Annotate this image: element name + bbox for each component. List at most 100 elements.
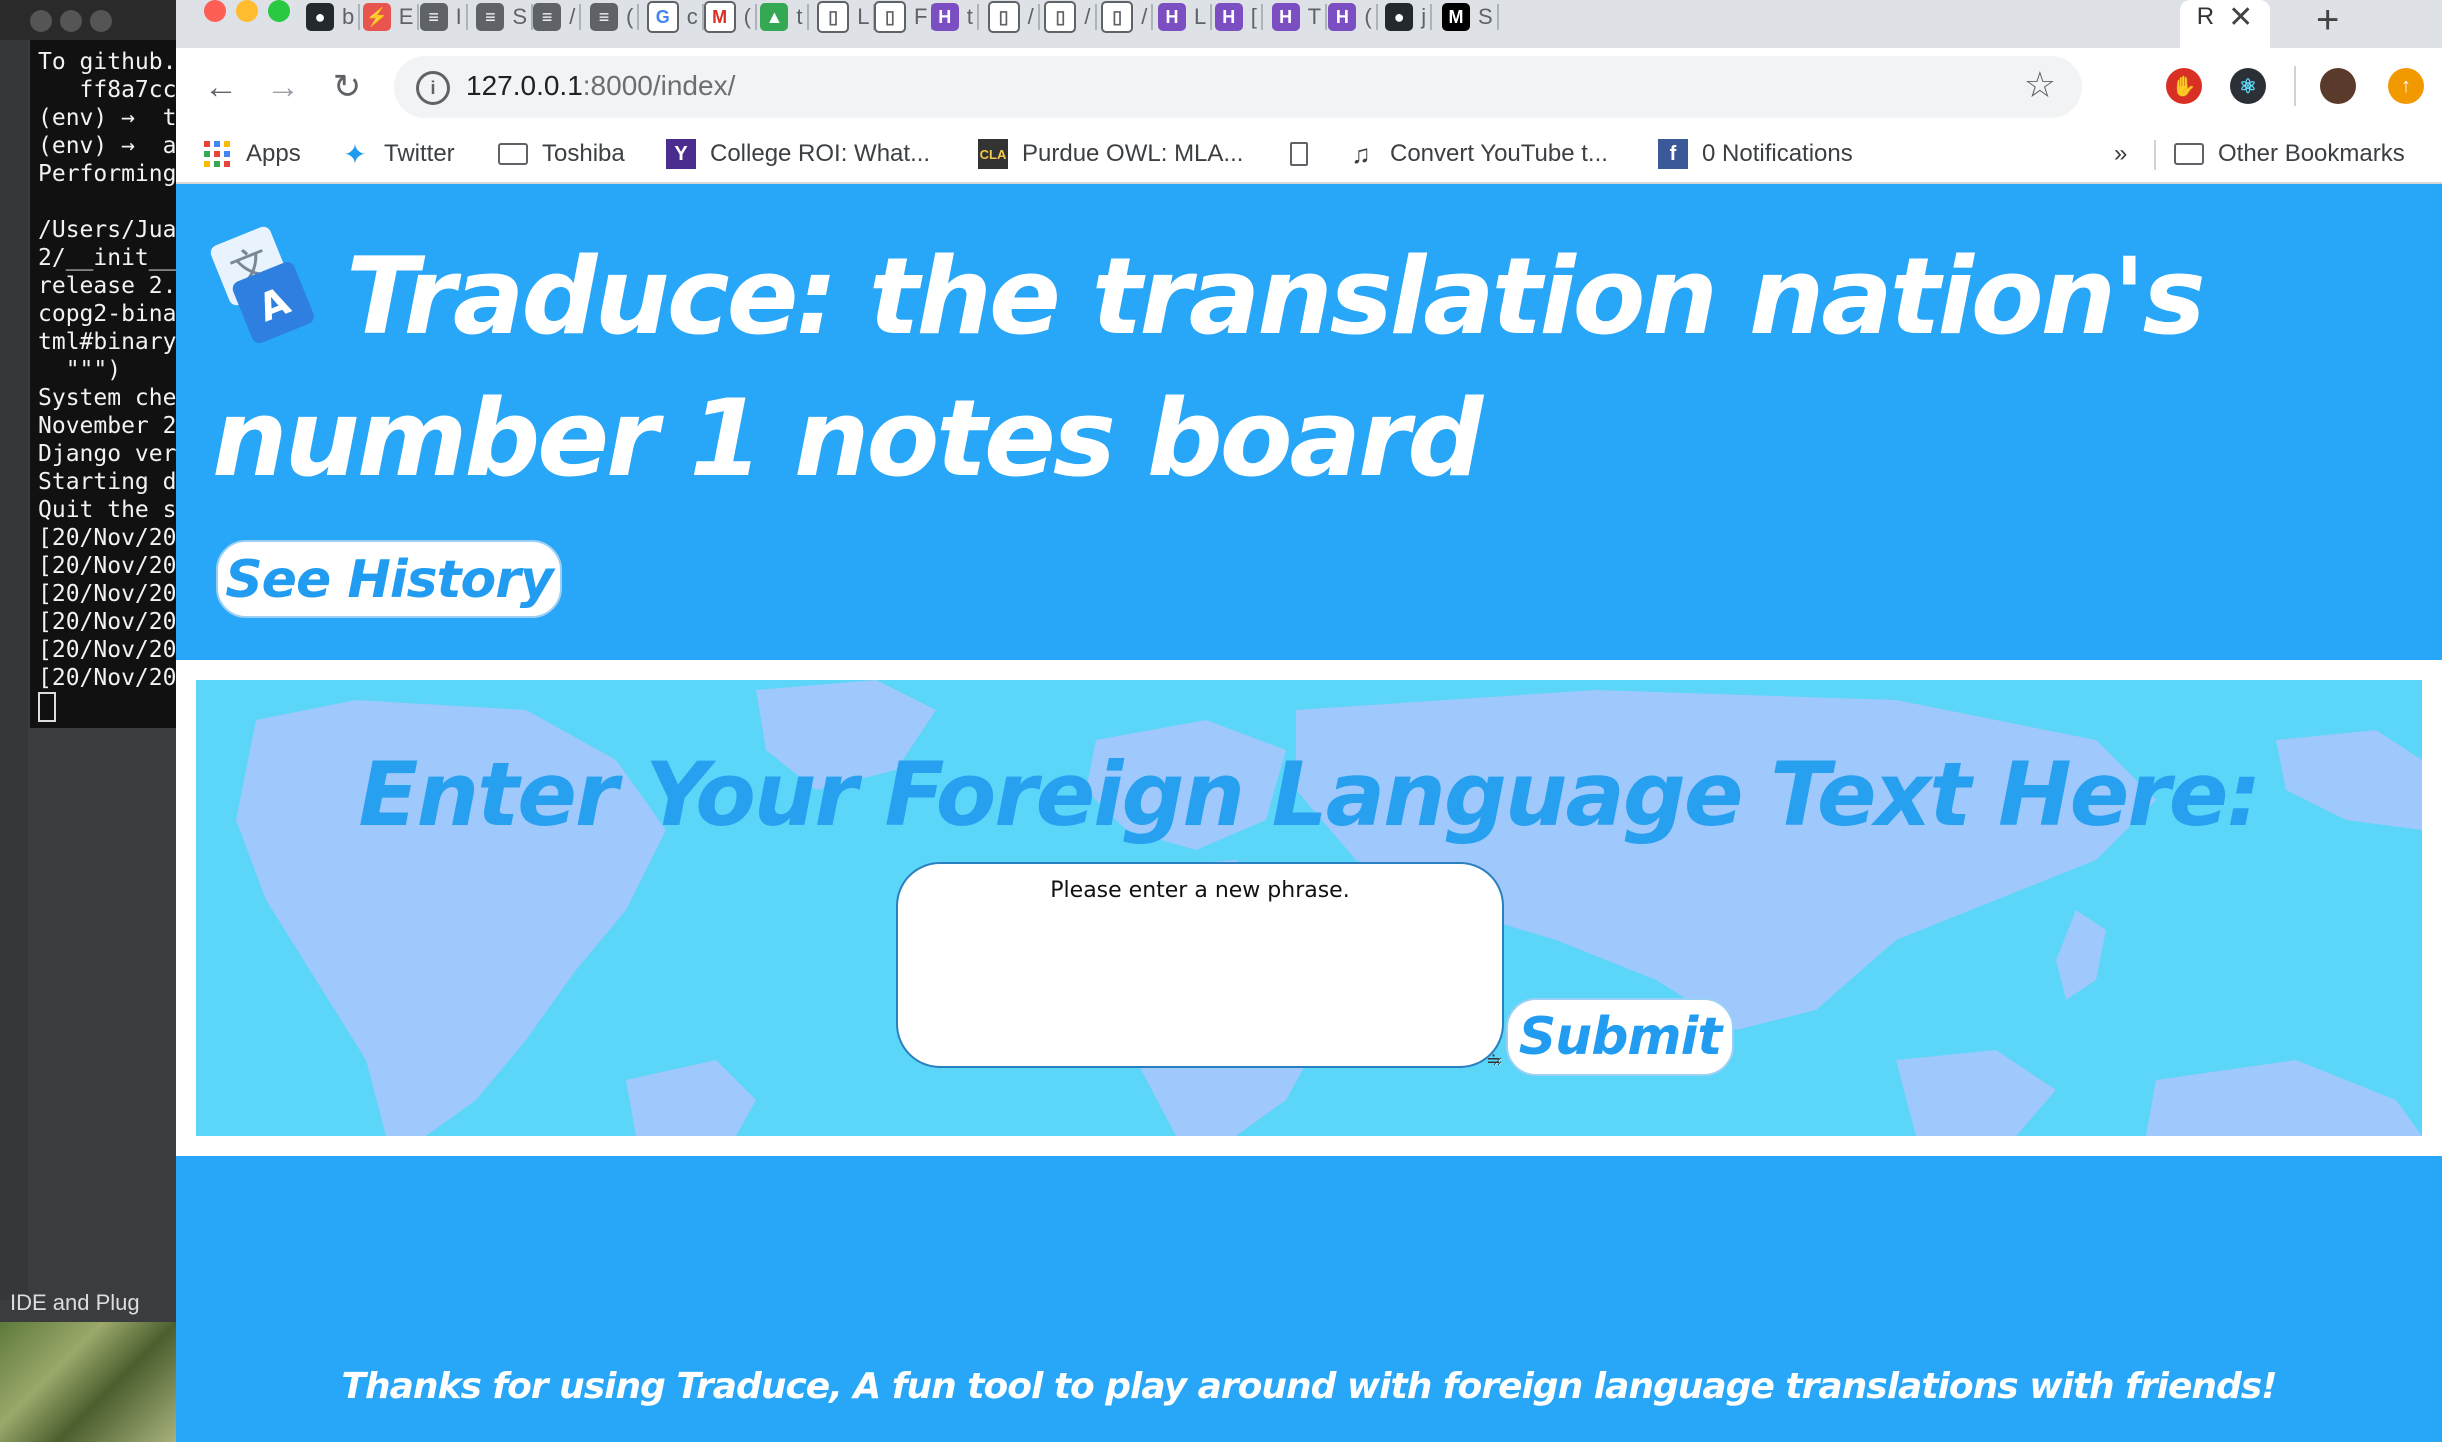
terminal-line: Quit the s — [38, 497, 177, 523]
back-icon[interactable]: ← — [198, 64, 244, 110]
adblock-extension-icon[interactable]: ✋ — [2166, 68, 2202, 104]
tab-12[interactable]: ▯ / — [987, 0, 1040, 34]
tab-7[interactable]: M( — [703, 0, 757, 34]
tab-active[interactable]: R ✕ — [2180, 0, 2270, 48]
music-note-icon: ♫ — [1351, 138, 1371, 169]
tab-13[interactable]: ▯ / — [1044, 0, 1097, 34]
terminal-output: To github. ff8a7cc (env) → t (env) → a Perf… — [38, 48, 178, 692]
tab-label: S — [1478, 4, 1493, 29]
tab-11[interactable]: Ht — [930, 0, 979, 34]
tab-6[interactable]: Gc — [646, 0, 704, 34]
tab-separator — [579, 4, 582, 30]
shield-icon: ⚡ — [362, 3, 391, 31]
site-info-icon[interactable]: i — [416, 71, 450, 105]
terminal-minimize-icon[interactable] — [60, 10, 82, 32]
tab-separator — [465, 4, 468, 30]
tab-0[interactable]: ● b — [306, 0, 361, 34]
tab-20[interactable]: MS — [1442, 0, 1499, 34]
terminal-line: (env) → t — [38, 105, 177, 131]
tab-label: ( — [1364, 4, 1372, 29]
bookmarks-overflow[interactable]: » — [2114, 134, 2127, 174]
desktop-wallpaper — [0, 1322, 176, 1442]
terminal-line: [20/Nov/20 — [38, 581, 177, 607]
tab-label: / — [1084, 4, 1091, 29]
terminal-line: [20/Nov/20 — [38, 637, 177, 663]
close-tab-icon[interactable]: ✕ — [2228, 0, 2253, 35]
terminal-line: System che — [38, 385, 177, 411]
reload-icon[interactable]: ↻ — [324, 64, 370, 110]
terminal-line: ff8a7cc — [38, 77, 177, 103]
bookmark-toshiba[interactable]: Toshiba — [498, 134, 625, 174]
bookmark-blank-page[interactable] — [1290, 134, 1308, 174]
window-zoom-icon[interactable] — [268, 0, 290, 22]
drive-icon: ▲ — [760, 3, 789, 31]
resize-grip-icon[interactable]: ≐ — [1486, 1050, 1501, 1071]
tab-2[interactable]: ≡ I — [419, 0, 468, 34]
tab-16[interactable]: H[ — [1214, 0, 1263, 34]
terminal-line: release 2. — [38, 273, 177, 299]
tab-4[interactable]: ≡ / — [533, 0, 582, 34]
gmail-icon: M — [703, 1, 736, 33]
tab-15[interactable]: HL — [1158, 0, 1213, 34]
react-devtools-icon[interactable]: ⚛ — [2230, 68, 2266, 104]
terminal-line: /Users/Jua — [38, 217, 177, 243]
tab-label: / — [1141, 4, 1148, 29]
tab-14[interactable]: ▯ / — [1101, 0, 1154, 34]
tab-label: I — [455, 4, 462, 29]
web-page: 文 A Traduce: the translation nation's nu… — [176, 184, 2442, 1442]
bookmark-apps[interactable]: Apps — [202, 134, 301, 174]
terminal-line: tml#binary — [38, 329, 177, 355]
doc-icon: ≡ — [533, 3, 562, 31]
tab-17[interactable]: HT — [1271, 0, 1328, 34]
doc-icon: ≡ — [419, 3, 448, 31]
window-close-icon[interactable] — [204, 0, 226, 22]
bookmark-apps-label: Apps — [246, 140, 301, 167]
bookmarks-divider — [2154, 140, 2156, 170]
tab-9[interactable]: ▯ L — [817, 0, 876, 34]
terminal-line: Performing — [38, 161, 177, 187]
tab-8[interactable]: ▲ t — [760, 0, 809, 34]
bookmark-college-roi[interactable]: Y College ROI: What... — [666, 134, 930, 174]
tab-18[interactable]: H( — [1328, 0, 1378, 34]
bookmark-twitter[interactable]: ✦ Twitter — [340, 134, 454, 174]
bookmark-convert-youtube[interactable]: ♫ Convert YouTube t... — [1346, 134, 1608, 174]
terminal-line: """) — [38, 357, 122, 383]
tab-label: E — [398, 4, 414, 29]
terminal-zoom-icon[interactable] — [90, 10, 112, 32]
phrase-input[interactable] — [896, 862, 1504, 1068]
terminal-close-icon[interactable] — [30, 10, 52, 32]
url-text[interactable]: 127.0.0.1:8000/index/ — [466, 70, 735, 102]
tab-separator — [976, 4, 979, 30]
tab-5[interactable]: ≡( — [590, 0, 640, 34]
tab-10[interactable]: ▯ F — [874, 0, 934, 34]
forward-icon[interactable]: → — [260, 64, 306, 110]
tab-1[interactable]: ⚡ E — [362, 0, 420, 34]
tab-label: ( — [743, 4, 751, 29]
profile-avatar[interactable] — [2320, 68, 2356, 104]
bookmark-notifications[interactable]: f 0 Notifications — [1658, 134, 1853, 174]
h-icon: H — [1158, 3, 1186, 31]
window-minimize-icon[interactable] — [236, 0, 258, 22]
update-icon[interactable]: ↑ — [2388, 68, 2424, 104]
terminal-line: [20/Nov/20 — [38, 665, 177, 691]
tab-label: F — [914, 4, 928, 29]
browser-window: ● b ⚡ E ≡ I ≡ S ≡ / ≡(Gc M(▲ t ▯ L ▯ F Ht ▯ / ▯ / ▯ / H L H[H T H(● j… — [176, 0, 2442, 1442]
page-icon: ▯ — [874, 1, 906, 33]
bookmark-other-label: Other Bookmarks — [2218, 140, 2405, 167]
tab-19[interactable]: ● j — [1385, 0, 1433, 34]
tab-label: ( — [626, 4, 634, 29]
submit-button[interactable]: Submit — [1506, 998, 1734, 1076]
bookmark-other[interactable]: Other Bookmarks — [2174, 134, 2405, 174]
bookmark-college-roi-label: College ROI: What... — [710, 140, 931, 167]
bookmark-notifications-label: 0 Notifications — [1702, 140, 1853, 167]
tab-separator — [1375, 4, 1378, 30]
new-tab-button[interactable]: + — [2316, 0, 2339, 43]
ide-plugins-label[interactable]: IDE and Plug — [10, 1286, 180, 1320]
bookmark-purdue[interactable]: CLA Purdue OWL: MLA... — [978, 134, 1243, 174]
tab-3[interactable]: ≡ S — [476, 0, 534, 34]
see-history-button[interactable]: See History — [216, 540, 562, 618]
address-bar[interactable]: i 127.0.0.1:8000/index/ ☆ — [394, 56, 2082, 118]
tab-separator — [637, 4, 640, 30]
bookmark-star-icon[interactable]: ☆ — [2024, 64, 2056, 106]
folder-icon — [2174, 139, 2204, 169]
